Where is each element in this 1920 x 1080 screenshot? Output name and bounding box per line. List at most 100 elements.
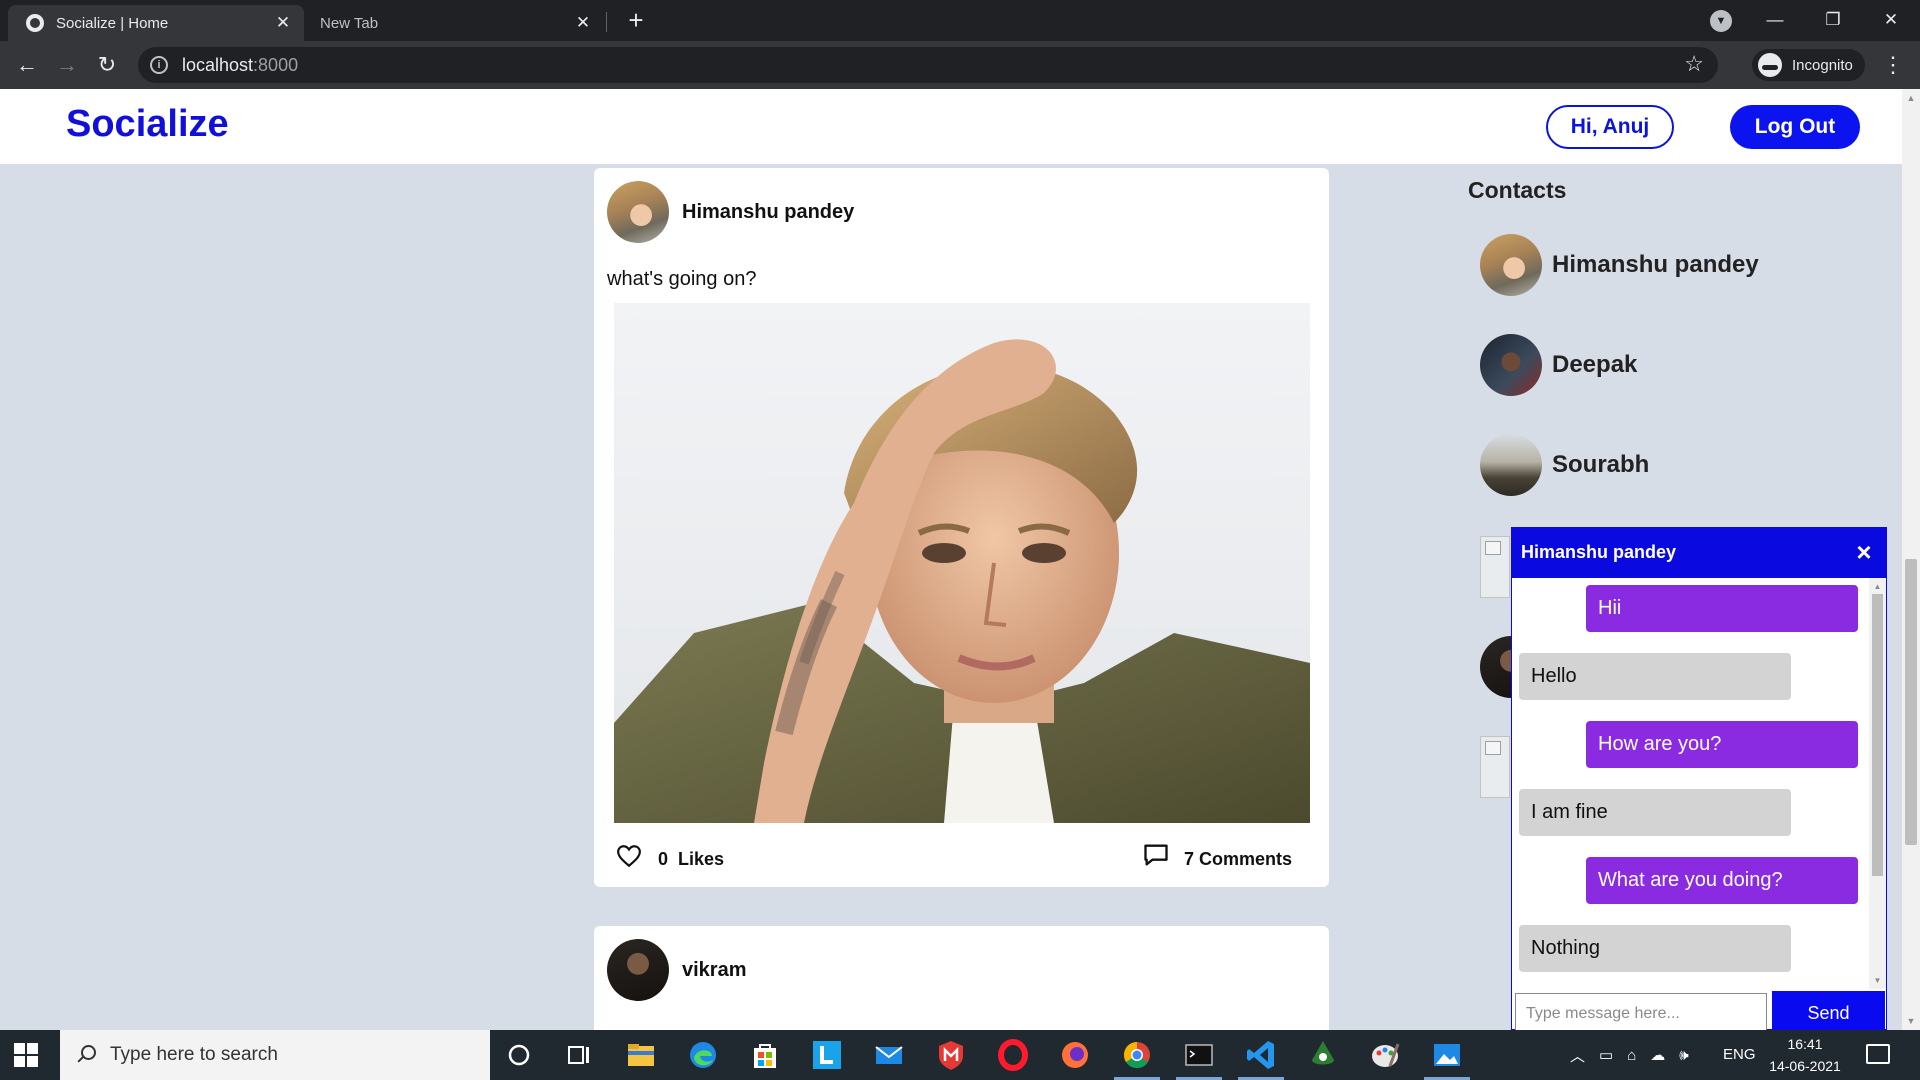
post-author-name[interactable]: Himanshu pandey: [682, 201, 854, 224]
contact-name: Deepak: [1552, 351, 1638, 378]
restore-icon[interactable]: ❐: [1818, 6, 1848, 34]
mail-icon[interactable]: [870, 1036, 908, 1074]
network-icon[interactable]: ⌂: [1627, 1047, 1636, 1064]
cortana-icon[interactable]: [500, 1036, 538, 1074]
message-received: I am fine: [1519, 789, 1791, 836]
system-tray: ︿ ▭ ⌂ ☁ 🕪: [1570, 1045, 1689, 1065]
minimize-icon[interactable]: —: [1760, 6, 1790, 34]
forward-arrow-icon[interactable]: →: [52, 50, 82, 80]
paint-icon[interactable]: [1366, 1036, 1404, 1074]
inkscape-icon[interactable]: [1304, 1036, 1342, 1074]
windows-start-icon[interactable]: [14, 1043, 38, 1067]
message-sent: What are you doing?: [1586, 857, 1858, 904]
tab-separator: [606, 12, 607, 32]
scrollbar-thumb[interactable]: [1872, 594, 1883, 876]
contact-item[interactable]: Himanshu pandey: [1480, 233, 1759, 297]
mcafee-icon[interactable]: [932, 1036, 970, 1074]
browser-toolbar: ← → ↻ i localhost:8000 ☆ Incognito ⋮: [0, 41, 1920, 89]
contact-item[interactable]: Deepak: [1480, 333, 1637, 397]
message-input[interactable]: [1515, 993, 1767, 1030]
post-card: vikram: [594, 926, 1329, 1030]
photos-icon[interactable]: [1428, 1036, 1466, 1074]
post-photo: [614, 303, 1310, 823]
task-view-icon[interactable]: [560, 1036, 598, 1074]
edge-browser-icon[interactable]: [684, 1036, 722, 1074]
close-icon[interactable]: ×: [1852, 538, 1876, 566]
url-port: :8000: [253, 54, 299, 75]
portrait-photo: [614, 303, 1310, 823]
vscode-icon[interactable]: [1242, 1036, 1280, 1074]
close-window-icon[interactable]: ✕: [1876, 6, 1906, 34]
close-tab-icon[interactable]: ✕: [274, 13, 292, 33]
logout-button[interactable]: Log Out: [1730, 105, 1860, 149]
language-indicator[interactable]: ENG: [1723, 1046, 1756, 1063]
page-scrollbar[interactable]: ▲ ▼: [1902, 89, 1920, 1030]
taskbar-search[interactable]: Type here to search: [60, 1030, 490, 1080]
close-tab-icon[interactable]: ✕: [574, 13, 592, 33]
site-info-icon[interactable]: i: [150, 56, 168, 74]
address-bar[interactable]: i localhost:8000 ☆: [138, 47, 1718, 83]
notifications-icon[interactable]: [1866, 1044, 1890, 1064]
tab-new-tab[interactable]: New Tab ✕: [308, 5, 604, 41]
scroll-down-icon[interactable]: ▼: [1869, 976, 1886, 985]
scroll-up-icon[interactable]: ▲: [1869, 582, 1886, 591]
post-actions: 0 Likes 7 Comments: [594, 831, 1329, 887]
comment-icon[interactable]: [1142, 841, 1170, 869]
windows-taskbar: Type here to search ︿ ▭ ⌂ ☁ 🕪 ENG 16:41 …: [0, 1030, 1920, 1080]
search-icon: [76, 1045, 96, 1065]
reload-icon[interactable]: ↻: [92, 50, 122, 80]
l-app-icon[interactable]: [808, 1036, 846, 1074]
incognito-profile-button[interactable]: Incognito: [1752, 49, 1865, 81]
chat-messages[interactable]: Hii Hello How are you? I am fine What ar…: [1512, 578, 1886, 989]
firefox-icon[interactable]: [1056, 1036, 1094, 1074]
profile-greeting-button[interactable]: Hi, Anuj: [1546, 105, 1674, 149]
broken-image-icon[interactable]: [1480, 536, 1510, 598]
send-button[interactable]: Send: [1772, 991, 1885, 1030]
contact-avatar: [1480, 234, 1542, 296]
site-logo[interactable]: Socialize: [66, 103, 229, 146]
clock-time[interactable]: 16:41: [1770, 1036, 1840, 1052]
tab-socialize-home[interactable]: Socialize | Home ✕: [8, 5, 304, 41]
browser-menu-icon[interactable]: ⋮: [1882, 50, 1904, 80]
opera-icon[interactable]: [994, 1036, 1032, 1074]
show-hidden-icons-chevron-icon[interactable]: ︿: [1570, 1045, 1585, 1066]
globe-icon: [26, 14, 44, 32]
site-header: Socialize Hi, Anuj Log Out: [0, 89, 1902, 164]
clock-date[interactable]: 14-06-2021: [1762, 1058, 1848, 1074]
comments-count[interactable]: 7 Comments: [1184, 849, 1292, 870]
onedrive-cloud-icon[interactable]: ☁: [1650, 1046, 1665, 1064]
store-icon[interactable]: [746, 1036, 784, 1074]
chrome-icon[interactable]: [1118, 1036, 1156, 1074]
message-received: Nothing: [1519, 925, 1791, 972]
back-arrow-icon[interactable]: ←: [12, 50, 42, 80]
tab-search-chevron-icon[interactable]: ▼: [1710, 10, 1732, 32]
scroll-down-icon[interactable]: ▼: [1902, 1016, 1920, 1026]
chat-scrollbar[interactable]: ▲ ▼: [1869, 578, 1886, 989]
broken-image-icon[interactable]: [1480, 736, 1510, 798]
url-host: localhost: [182, 54, 254, 75]
file-explorer-icon[interactable]: [622, 1036, 660, 1074]
contact-name: Sourabh: [1552, 451, 1650, 478]
contact-avatar: [1480, 334, 1542, 396]
bookmark-star-icon[interactable]: ☆: [1684, 51, 1704, 77]
incognito-label: Incognito: [1792, 56, 1853, 74]
contacts-heading: Contacts: [1468, 177, 1567, 203]
scroll-up-icon[interactable]: ▲: [1902, 93, 1920, 103]
new-tab-plus-icon[interactable]: +: [622, 6, 650, 34]
browser-tabstrip: Socialize | Home ✕ New Tab ✕ + ▼ — ❐ ✕: [0, 0, 1920, 41]
post-author-name[interactable]: vikram: [682, 959, 747, 982]
scrollbar-thumb[interactable]: [1905, 559, 1917, 845]
message-sent: How are you?: [1586, 721, 1858, 768]
post-author-avatar[interactable]: [607, 181, 669, 243]
post-author-avatar[interactable]: [607, 939, 669, 1001]
likes-label: Likes: [678, 849, 725, 869]
contact-avatar: [1480, 434, 1542, 496]
chat-header: Himanshu pandey ×: [1512, 528, 1886, 578]
address-url: localhost:8000: [182, 55, 298, 76]
contact-item[interactable]: Sourabh: [1480, 433, 1649, 497]
battery-icon[interactable]: ▭: [1599, 1046, 1613, 1064]
terminal-icon[interactable]: [1180, 1036, 1218, 1074]
volume-icon[interactable]: 🕪: [1679, 1047, 1688, 1064]
heart-icon[interactable]: [616, 843, 642, 869]
message-received: Hello: [1519, 653, 1791, 700]
